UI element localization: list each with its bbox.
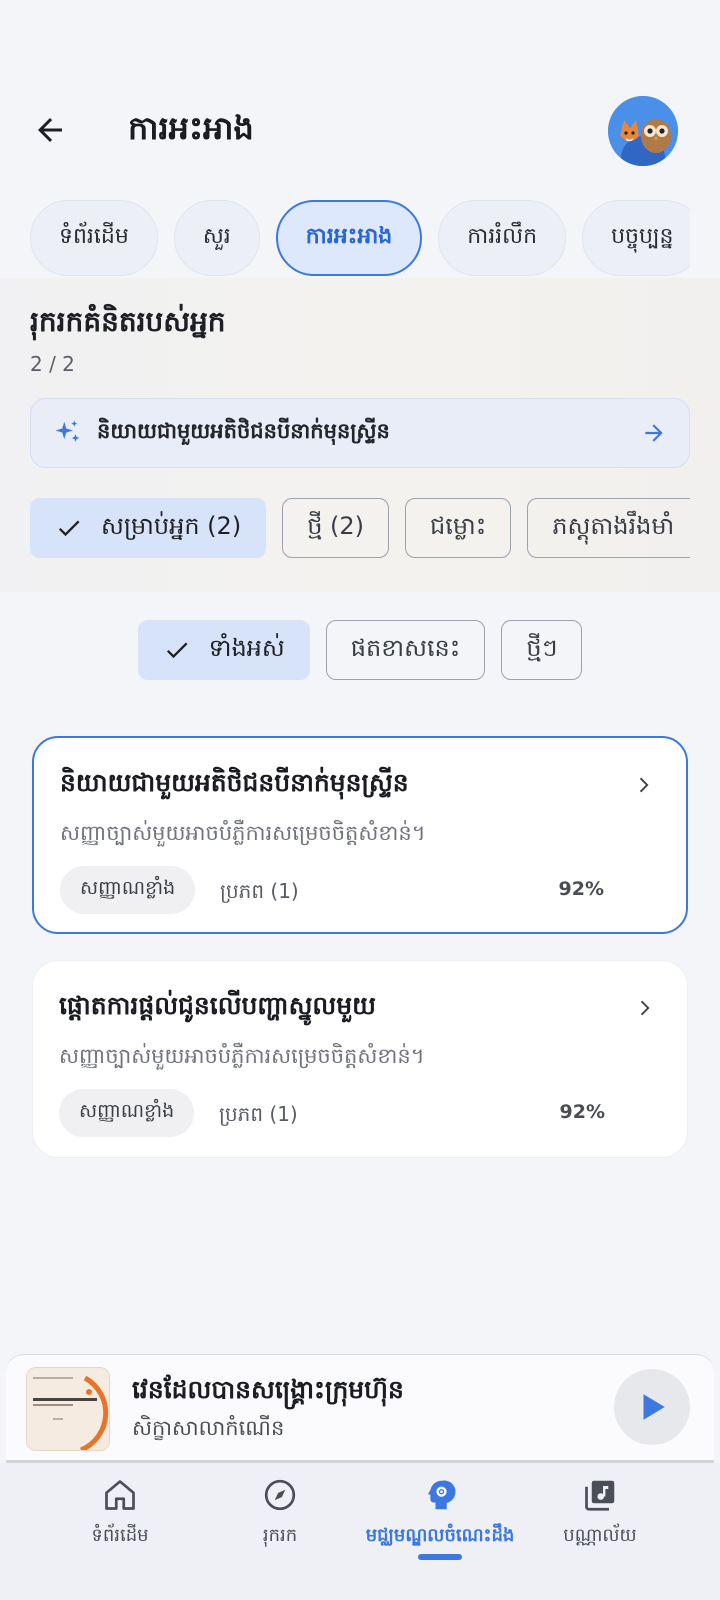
scope-label: ថ្មីៗ [526, 633, 558, 662]
filter-label: ថ្មី (2) [307, 511, 365, 540]
scope-label: ទាំងអស់ [208, 633, 285, 662]
arrow-right-icon [645, 424, 663, 442]
tab-home[interactable]: ទំព័រដើម [30, 200, 158, 276]
filter-label: សម្រាប់អ្នក (2) [101, 511, 242, 540]
tab-claims[interactable]: ការអះអាង [275, 200, 423, 276]
compass-icon [264, 1479, 296, 1511]
episode-artwork [26, 1367, 110, 1451]
source-count[interactable]: ប្រភព (1) [219, 1101, 298, 1131]
claim-description: សញ្ញាច្បាស់មួយអាចបំភ្លឺការសម្រេចចិត្តសំខ… [60, 821, 426, 845]
scope-this-podcast[interactable]: ផតខាសនេះ [325, 620, 486, 680]
confidence-percent: 92% [559, 1101, 605, 1123]
filter-strong-evidence[interactable]: ភស្តុតាងរឹងមាំ [527, 498, 690, 558]
discover-filters: សម្រាប់អ្នក (2) ថ្មី (2) ជម្លោះ ភស្តុតាង… [30, 498, 690, 558]
scope-recent[interactable]: ថ្មីៗ [501, 620, 583, 680]
app-header: ការអះអាង [0, 90, 720, 170]
nav-label: មជ្ឈមណ្ឌលចំណេះដឹង [365, 1525, 515, 1546]
discover-title: រុករកគំនិតរបស់អ្នក [30, 305, 226, 338]
episode-title: វេនដែលបានសង្គ្រោះក្រុមហ៊ុន [132, 1375, 404, 1404]
nav-library[interactable]: បណ្ណាល័យ [510, 1477, 690, 1567]
music-library-icon [585, 1480, 615, 1511]
episode-show: សិក្ខាសាលាកំណើន [132, 1416, 285, 1440]
claim-title: និយាយជាមួយអតិថិជនបីនាក់មុនស្ទ្រីន [60, 768, 409, 797]
scope-all[interactable]: ទាំងអស់ [137, 620, 310, 680]
fox-owl-avatar [608, 96, 678, 166]
scope-filters: ទាំងអស់ ផតខាសនេះ ថ្មីៗ [0, 620, 720, 680]
nav-home[interactable]: ទំព័រដើម [30, 1477, 210, 1567]
discover-count: 2 / 2 [30, 352, 75, 376]
strength-badge: សញ្ញាណខ្លាំង [60, 866, 196, 914]
back-button[interactable] [26, 106, 74, 154]
discover-panel: រុករកគំនិតរបស់អ្នក 2 / 2 និយាយជាមួយអតិថិ… [0, 278, 720, 592]
tab-ask[interactable]: សួរ [173, 200, 260, 276]
tab-reminders[interactable]: ការរំលឹក [438, 200, 567, 276]
play-button[interactable] [614, 1369, 690, 1445]
filter-new[interactable]: ថ្មី (2) [282, 498, 390, 558]
confidence-percent: 92% [558, 878, 604, 900]
episode-artwork-image [27, 1368, 109, 1450]
nav-label: រុករក [262, 1525, 298, 1546]
claim-card[interactable]: ផ្តោតការផ្តល់ជូនលើបញ្ហាស្នូលមួយ សញ្ញាច្ប… [32, 960, 688, 1158]
check-icon [58, 520, 80, 537]
check-icon [166, 642, 188, 659]
strength-badge: សញ្ញាណខ្លាំង [59, 1089, 195, 1137]
nav-explore[interactable]: រុករក [190, 1477, 370, 1567]
nav-label: ទំព័រដើម [91, 1525, 149, 1546]
filter-conflict[interactable]: ជម្លោះ [405, 498, 512, 558]
home-icon [105, 1480, 135, 1510]
page-title: ការអះអាង [128, 109, 254, 147]
arrow-left-icon [38, 118, 62, 142]
sparkle-icon [55, 420, 80, 442]
filter-label: ភស្តុតាងរឹងមាំ [552, 511, 675, 540]
tab-current[interactable]: បច្ចុប្បន្ន [582, 200, 690, 276]
suggestion-text: និយាយជាមួយអតិថិជនបីនាក់មុនស្ទ្រីន [97, 418, 390, 443]
filter-for-you[interactable]: សម្រាប់អ្នក (2) [30, 498, 267, 558]
avatar[interactable] [608, 96, 678, 166]
bottom-navigation: ទំព័រដើម រុករក មជ្ឈមណ្ឌលចំណេះដឹង បណ្ណាល័… [0, 1463, 720, 1600]
claim-card[interactable]: និយាយជាមួយអតិថិជនបីនាក់មុនស្ទ្រីន សញ្ញាច… [32, 736, 688, 934]
claim-description: សញ្ញាច្បាស់មួយអាចបំភ្លឺការសម្រេចចិត្តសំខ… [59, 1044, 425, 1068]
chevron-right-icon [639, 777, 649, 793]
brain-gear-icon [428, 1480, 456, 1510]
mini-player[interactable]: វេនដែលបានសង្គ្រោះក្រុមហ៊ុន សិក្ខាសាលាកំណ… [6, 1354, 714, 1462]
chevron-right-icon [640, 1000, 650, 1016]
claim-title: ផ្តោតការផ្តល់ជូនលើបញ្ហាស្នូលមួយ [59, 991, 376, 1020]
active-nav-indicator [418, 1554, 462, 1560]
source-count[interactable]: ប្រភព (1) [220, 878, 299, 908]
section-tabs: ទំព័រដើម សួរ ការអះអាង ការរំលឹក បច្ចុប្បន… [30, 200, 690, 278]
scope-label: ផតខាសនេះ [350, 633, 461, 662]
play-icon [643, 1394, 665, 1420]
nav-label: បណ្ណាល័យ [563, 1525, 637, 1546]
filter-label: ជម្លោះ [430, 511, 487, 540]
suggestion-banner[interactable]: និយាយជាមួយអតិថិជនបីនាក់មុនស្ទ្រីន [30, 398, 690, 468]
